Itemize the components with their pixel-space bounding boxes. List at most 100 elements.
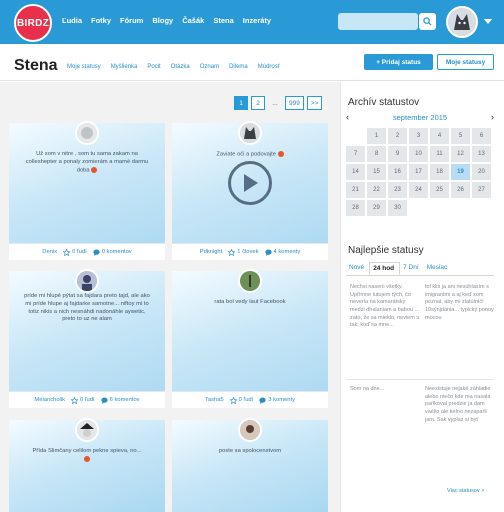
card-avatar[interactable] (75, 269, 99, 293)
best-status-item[interactable]: Som na dne... (350, 386, 420, 476)
comment-count[interactable]: 4 komenty (264, 248, 300, 256)
search-button[interactable] (419, 13, 436, 30)
calendar-day[interactable]: 26 (451, 182, 470, 198)
subtab-oznam[interactable]: Oznam (200, 64, 219, 70)
calendar-day[interactable]: 28 (346, 200, 365, 216)
calendar-day[interactable]: 17 (409, 164, 428, 180)
nav-item-forum[interactable]: Fórum (120, 16, 143, 25)
author-link[interactable]: Denix (42, 249, 57, 255)
calendar-day[interactable]: 5 (451, 128, 470, 144)
emoji-icon (84, 455, 90, 462)
card-avatar[interactable] (238, 121, 262, 145)
subtab-myslienka[interactable]: Myšlienka (111, 64, 138, 70)
calendar-day[interactable]: 21 (346, 182, 365, 198)
calendar-day[interactable]: 22 (367, 182, 386, 198)
nav-item-fotky[interactable]: Fotky (91, 16, 111, 25)
author-link[interactable]: Tasha5 (205, 397, 224, 403)
logo-text: BIRDZ (16, 17, 50, 29)
prev-month-icon[interactable]: ‹ (346, 112, 349, 122)
subtab-mudrost[interactable]: Múdrosť (258, 64, 280, 70)
calendar-grid: 1 2 3 4 5 6 7 8 9 10 11 12 13 14 15 16 17 18 19 20 21 22 23 24 2… (346, 128, 494, 216)
status-card[interactable]: Zaviate oči a podovajte Pdknight 1 člove… (172, 121, 328, 260)
calendar-day[interactable]: 18 (430, 164, 449, 180)
tab-nove[interactable]: Nové (346, 262, 369, 275)
add-status-button[interactable]: + Pridaj status (364, 54, 433, 70)
author-link[interactable]: Melancholik (34, 397, 65, 403)
calendar-day[interactable]: 27 (472, 182, 491, 198)
status-text: Zaviate oči a podovajte (184, 151, 316, 159)
video-play-button[interactable] (228, 161, 272, 205)
tab-mesiac[interactable]: Mesiac (424, 262, 453, 275)
calendar-day[interactable]: 1 (367, 128, 386, 144)
page-next-button[interactable]: >> (306, 96, 323, 110)
nav-item-casak[interactable]: Čašák (182, 16, 204, 25)
nav-item-ludia[interactable]: Ľudia (62, 16, 82, 25)
calendar-day[interactable]: 14 (346, 164, 365, 180)
subtabs: Moje statusy Myšlienka Pocit Otázka Ozna… (67, 64, 290, 70)
calendar-day[interactable]: 9 (388, 146, 407, 162)
page-1-button[interactable]: 1 (234, 96, 248, 110)
subtab-dilema[interactable]: Dilema (229, 64, 248, 70)
author-link[interactable]: Pdknight (200, 249, 223, 255)
calendar-day[interactable]: 12 (451, 146, 470, 162)
best-status-item[interactable]: Neexistuje nejaké záhladie alebo niečo k… (425, 386, 495, 476)
comment-count[interactable]: 6 komentov (100, 396, 140, 404)
calendar-day[interactable]: 29 (367, 200, 386, 216)
calendar-day[interactable]: 20 (472, 164, 491, 180)
status-card[interactable]: Už som v nitre , som tu sama zakam na co… (9, 121, 165, 260)
card-avatar[interactable] (75, 121, 99, 145)
status-card[interactable]: poste sa spolocenstvom (172, 418, 328, 512)
status-card[interactable]: rata bol vedy laut Facebook Tasha5 0 ľud… (172, 269, 328, 408)
card-avatar[interactable] (238, 269, 262, 293)
like-count[interactable]: 1 človek (228, 248, 259, 256)
status-card[interactable]: Přída Slimčany celilom pekne spieva, no.… (9, 418, 165, 512)
like-count[interactable]: 0 ľudí (71, 396, 95, 404)
comment-count[interactable]: 3 komenty (259, 396, 295, 404)
calendar-day[interactable]: 24 (409, 182, 428, 198)
calendar-day[interactable]: 2 (388, 128, 407, 144)
calendar-day[interactable]: 30 (388, 200, 407, 216)
calendar-day[interactable]: 23 (388, 182, 407, 198)
status-card[interactable]: príde mi hlupé pýtat sa fajdara preto ta… (9, 269, 165, 408)
calendar-day[interactable]: 13 (472, 146, 491, 162)
like-count[interactable]: 0 ľudí (63, 248, 87, 256)
calendar-day[interactable]: 10 (409, 146, 428, 162)
subtab-pocit[interactable]: Pocit (147, 64, 160, 70)
comment-count[interactable]: 0 komentov (93, 248, 132, 256)
next-month-icon[interactable]: › (491, 112, 494, 122)
page-title: Stena (14, 57, 58, 74)
nav-item-blogy[interactable]: Blogy (152, 16, 173, 25)
best-status-item[interactable]: tol klis ja ani nesúhlasím s imigrantmi … (425, 284, 495, 376)
calendar-day[interactable]: 19 (451, 164, 470, 180)
calendar-day[interactable]: 7 (346, 146, 365, 162)
page-2-button[interactable]: 2 (251, 96, 265, 110)
tab-7-dni[interactable]: 7 Dní (400, 262, 424, 275)
calendar-day[interactable]: 15 (367, 164, 386, 180)
like-count[interactable]: 0 ľudí (229, 396, 253, 404)
tab-24-hod[interactable]: 24 hod (369, 262, 401, 275)
calendar-day[interactable]: 6 (472, 128, 491, 144)
page-last-button[interactable]: 999 (285, 96, 304, 110)
nav-item-stena[interactable]: Stena (213, 16, 233, 25)
calendar-day[interactable]: 8 (367, 146, 386, 162)
page-ellipsis: ... (272, 99, 278, 107)
chevron-down-icon[interactable] (484, 19, 492, 24)
subtab-moje-statusy[interactable]: Moje statusy (67, 64, 101, 70)
best-status-item[interactable]: Nechsi naserii všetky. Upřímne lutujem t… (350, 284, 420, 376)
more-statuses-link[interactable]: Viac statusov > (447, 488, 484, 494)
card-avatar[interactable] (238, 418, 262, 442)
calendar-day[interactable]: 16 (388, 164, 407, 180)
subtab-otazka[interactable]: Otázka (171, 64, 190, 70)
status-text: Už som v nitre , som tu sama zakam na co… (25, 151, 149, 174)
logo[interactable]: BIRDZ (14, 4, 52, 42)
user-avatar[interactable] (446, 6, 478, 38)
my-statuses-button[interactable]: Moje statusy (437, 54, 494, 70)
calendar-day[interactable]: 4 (430, 128, 449, 144)
calendar-day[interactable]: 25 (430, 182, 449, 198)
nav-item-inzeraty[interactable]: Inzeráty (243, 16, 271, 25)
calendar-day[interactable]: 11 (430, 146, 449, 162)
search-input[interactable] (338, 13, 418, 30)
card-avatar[interactable] (75, 418, 99, 442)
avatar-mel-icon (77, 271, 97, 291)
calendar-day[interactable]: 3 (409, 128, 428, 144)
